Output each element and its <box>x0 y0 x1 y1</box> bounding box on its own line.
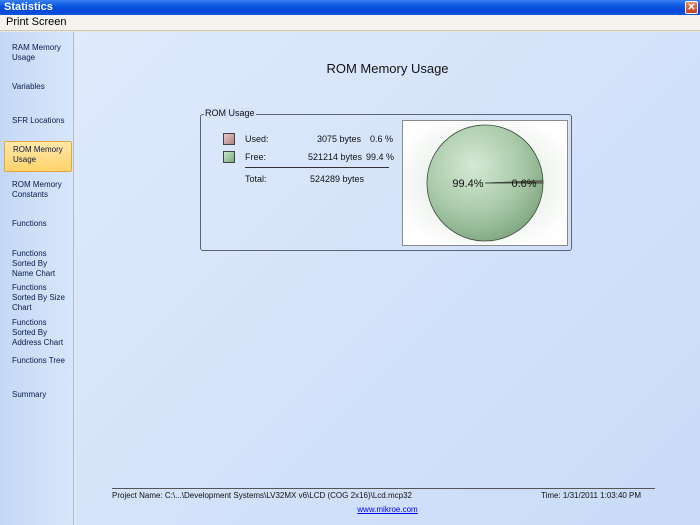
sidebar-item-functions-tree[interactable]: Functions Tree <box>4 353 72 369</box>
total-bytes: 524289 bytes <box>310 174 365 184</box>
sidebar-item-rom-memory-constants[interactable]: ROM Memory Constants <box>4 177 72 203</box>
free-percent: 99.4 % <box>366 152 395 162</box>
footer-divider <box>112 488 655 489</box>
mikroe-link[interactable]: www.mikroe.com <box>75 505 700 514</box>
timestamp: Time: 1/31/2011 1:03:40 PM <box>541 491 642 500</box>
sidebar-item-functions-by-address[interactable]: Functions Sorted By Address Chart <box>4 315 72 351</box>
window-title: Statistics <box>4 1 53 13</box>
total-divider <box>245 167 389 168</box>
used-color-swatch <box>223 133 235 145</box>
used-label: Used: <box>245 134 269 144</box>
sidebar: RAM Memory Usage Variables SFR Locations… <box>0 32 74 525</box>
free-color-swatch <box>223 151 235 163</box>
group-legend: ROM Usage <box>204 108 256 118</box>
menu-bar: Print Screen <box>0 15 700 31</box>
main-panel: ROM Memory Usage ROM Usage Used: 3075 by… <box>75 32 700 525</box>
sidebar-item-ram-memory-usage[interactable]: RAM Memory Usage <box>4 40 72 66</box>
window-titlebar: Statistics ✕ <box>0 0 700 15</box>
close-button[interactable]: ✕ <box>685 1 698 14</box>
sidebar-item-variables[interactable]: Variables <box>4 79 72 95</box>
sidebar-item-functions[interactable]: Functions <box>4 216 72 232</box>
project-name: Project Name: C:\...\Development Systems… <box>112 491 412 500</box>
pie-chart: 99.4% 0.6% <box>403 121 567 245</box>
page-title: ROM Memory Usage <box>326 61 449 76</box>
pie-label-free: 99.4% <box>452 178 483 190</box>
sidebar-item-functions-by-name[interactable]: Functions Sorted By Name Chart <box>4 246 72 282</box>
sidebar-item-functions-by-size[interactable]: Functions Sorted By Size Chart <box>4 280 72 316</box>
free-label: Free: <box>245 152 267 162</box>
used-percent: 0.6 % <box>370 134 394 144</box>
close-icon: ✕ <box>687 2 696 13</box>
pie-label-used: 0.6% <box>511 178 536 190</box>
free-bytes: 521214 bytes <box>308 152 363 162</box>
rom-usage-group: ROM Usage Used: 3075 bytes 0.6 % Free: 5… <box>200 108 572 251</box>
pie-chart-container: 99.4% 0.6% <box>402 120 568 246</box>
sidebar-item-summary[interactable]: Summary <box>4 387 72 403</box>
sidebar-item-rom-memory-usage[interactable]: ROM Memory Usage <box>4 141 72 172</box>
total-label: Total: <box>245 174 267 184</box>
menu-print-screen[interactable]: Print Screen <box>6 16 67 28</box>
sidebar-item-sfr-locations[interactable]: SFR Locations <box>4 113 72 129</box>
used-bytes: 3075 bytes <box>317 134 362 144</box>
